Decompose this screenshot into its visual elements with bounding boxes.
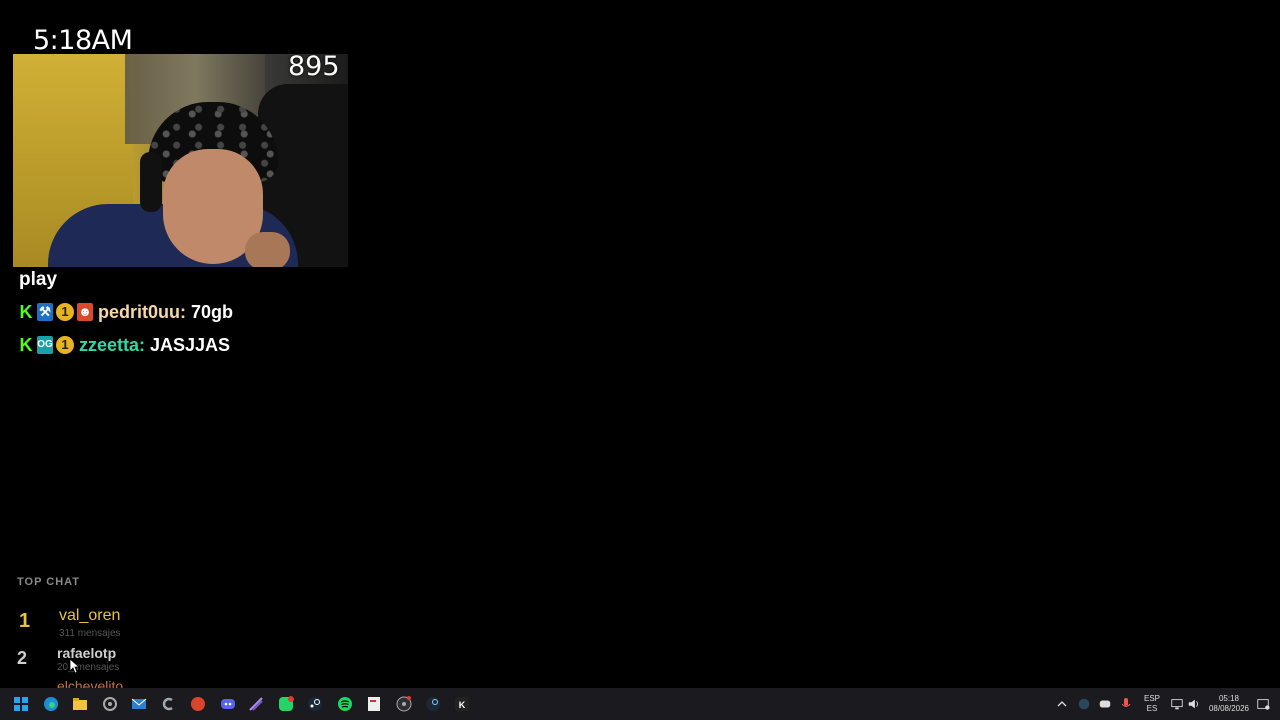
keyboard-code: ES — [1146, 704, 1158, 713]
file-explorer-icon[interactable] — [72, 696, 88, 712]
chat-username[interactable]: pedrit0uu: — [98, 302, 186, 323]
chat-message: K ⚒ 1 ☻ pedrit0uu: 70gb — [18, 301, 234, 323]
top-chat-title: TOP CHAT — [17, 576, 81, 588]
obs-icon[interactable] — [396, 696, 412, 712]
notification-icon[interactable] — [1256, 696, 1270, 712]
steam-2-icon[interactable] — [425, 696, 441, 712]
language-indicator[interactable]: ESP ES — [1142, 694, 1162, 714]
top-chatter-count: 311 mensajes — [59, 628, 121, 639]
og-badge-icon: OG — [37, 336, 53, 354]
kick-badge-icon: K — [19, 335, 33, 355]
language-code: ESP — [1143, 694, 1160, 703]
edge-icon[interactable] — [43, 696, 59, 712]
system-clock[interactable]: 05:18 08/08/2026 — [1206, 694, 1252, 714]
steam-tray-icon[interactable] — [1077, 696, 1091, 712]
mouse-cursor-icon — [69, 658, 79, 674]
notepad-icon[interactable] — [366, 696, 382, 712]
top-chatter-name: rafaelotp — [57, 645, 117, 661]
chat-text: 70gb — [191, 301, 234, 322]
settings-icon[interactable] — [102, 696, 118, 712]
discord-icon[interactable] — [220, 696, 236, 712]
spotify-icon[interactable] — [337, 696, 353, 712]
webcam-feed — [13, 54, 348, 267]
c-app-icon[interactable] — [160, 696, 176, 712]
tray-time: 05:18 — [1218, 694, 1240, 703]
viewer-count: 895 — [288, 51, 340, 82]
discord-tray-icon[interactable] — [1098, 696, 1112, 712]
chat-username[interactable]: zzeetta: — [79, 335, 145, 356]
rank-number: 2 — [17, 648, 28, 668]
mask-badge-icon: ☻ — [77, 303, 93, 321]
steam-icon[interactable] — [307, 696, 323, 712]
kick-app-icon[interactable]: K — [454, 696, 470, 712]
chat-command-play: play — [19, 269, 58, 290]
volume-icon[interactable] — [1187, 696, 1201, 712]
chevron-up-icon[interactable] — [1056, 696, 1068, 712]
network-icon[interactable] — [1170, 696, 1184, 712]
top-chatter-name: val_oren — [59, 607, 121, 624]
top-chatter-count: 20_ mensajes — [57, 662, 120, 673]
sub-badge-icon: 1 — [56, 303, 74, 321]
mail-icon[interactable] — [131, 696, 147, 712]
stream-clock: 5:18AM — [33, 25, 133, 56]
tray-date: 08/08/2026 — [1208, 704, 1250, 713]
slash-app-icon[interactable] — [248, 696, 264, 712]
svg-text:K: K — [459, 700, 466, 710]
rank-number: 1 — [19, 610, 31, 632]
chat-text: JASJJAS — [150, 334, 231, 355]
start-icon[interactable] — [13, 696, 29, 712]
microphone-icon[interactable] — [1120, 696, 1132, 712]
kick-badge-icon: K — [19, 302, 33, 322]
chat-message: K OG 1 zzeetta: JASJJAS — [18, 334, 231, 356]
red-app-icon[interactable] — [190, 696, 206, 712]
moderator-badge-icon: ⚒ — [37, 303, 53, 321]
sub-badge-icon: 1 — [56, 336, 74, 354]
whatsapp-icon[interactable] — [278, 696, 294, 712]
